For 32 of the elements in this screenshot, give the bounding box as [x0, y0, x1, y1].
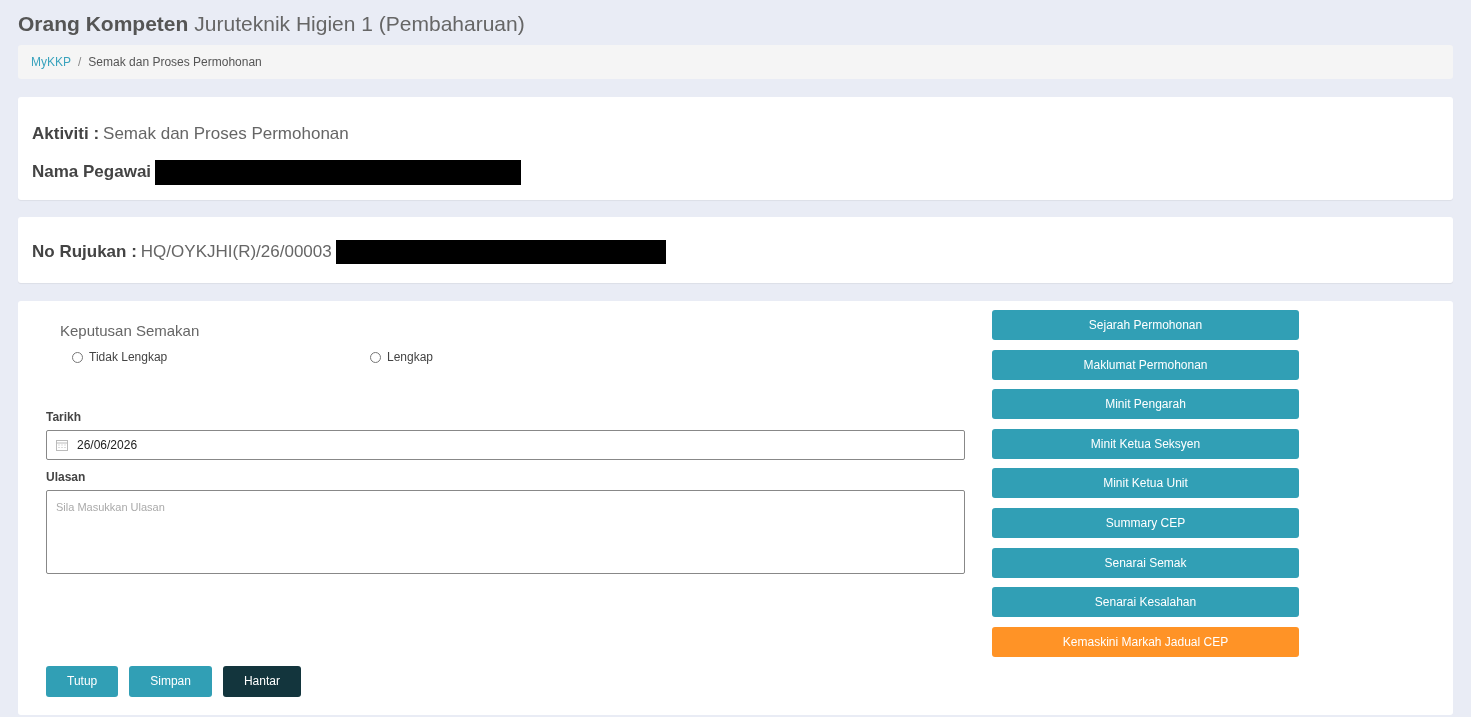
- page-subtitle: Juruteknik Higien 1 (Pembaharuan): [194, 11, 525, 37]
- side-button[interactable]: Sejarah Permohonan: [992, 310, 1299, 340]
- date-field[interactable]: 26/06/2026: [46, 430, 965, 460]
- reference-label: No Rujukan :: [32, 241, 137, 264]
- radio-button[interactable]: [72, 351, 83, 363]
- radio-label: Tidak Lengkap: [89, 349, 168, 366]
- side-button[interactable]: Minit Ketua Seksyen: [992, 428, 1299, 459]
- side-button[interactable]: Senarai Semak: [992, 547, 1299, 578]
- side-button[interactable]: Summary CEP: [992, 507, 1299, 538]
- side-button[interactable]: Senarai Kesalahan: [992, 587, 1299, 618]
- side-button[interactable]: Minit Pengarah: [992, 389, 1299, 420]
- radio-label: Lengkap: [387, 349, 434, 366]
- calendar-icon: [56, 439, 68, 451]
- side-button[interactable]: Kemaskini Markah Jadual CEP: [992, 626, 1299, 657]
- action-button[interactable]: Hantar: [222, 665, 301, 697]
- radio-button[interactable]: [370, 351, 381, 363]
- reference-value: HQ/OYKJHI(R)/26/00003: [140, 241, 332, 264]
- side-button[interactable]: Minit Ketua Unit: [992, 468, 1299, 499]
- comment-field[interactable]: Sila Masukkan Ulasan: [46, 490, 965, 574]
- breadcrumb-current: Semak dan Proses Permohonan: [88, 54, 262, 71]
- breadcrumb-link[interactable]: MyKKP: [31, 53, 71, 71]
- date-label: Tarikh: [46, 410, 83, 424]
- page-title: Orang Kompeten: [18, 11, 189, 37]
- side-button[interactable]: Maklumat Permohonan: [992, 349, 1299, 380]
- breadcrumb-separator: /: [78, 54, 82, 71]
- decision-label: Keputusan Semakan: [60, 321, 200, 341]
- comment-label: Ulasan: [46, 470, 87, 484]
- action-button[interactable]: Simpan: [129, 665, 212, 697]
- field-value: Semak dan Proses Permohonan: [103, 123, 349, 146]
- action-button[interactable]: Tutup: [46, 665, 119, 697]
- field-label: Nama Pegawai: [32, 161, 152, 184]
- field-label: Aktiviti :: [32, 123, 100, 146]
